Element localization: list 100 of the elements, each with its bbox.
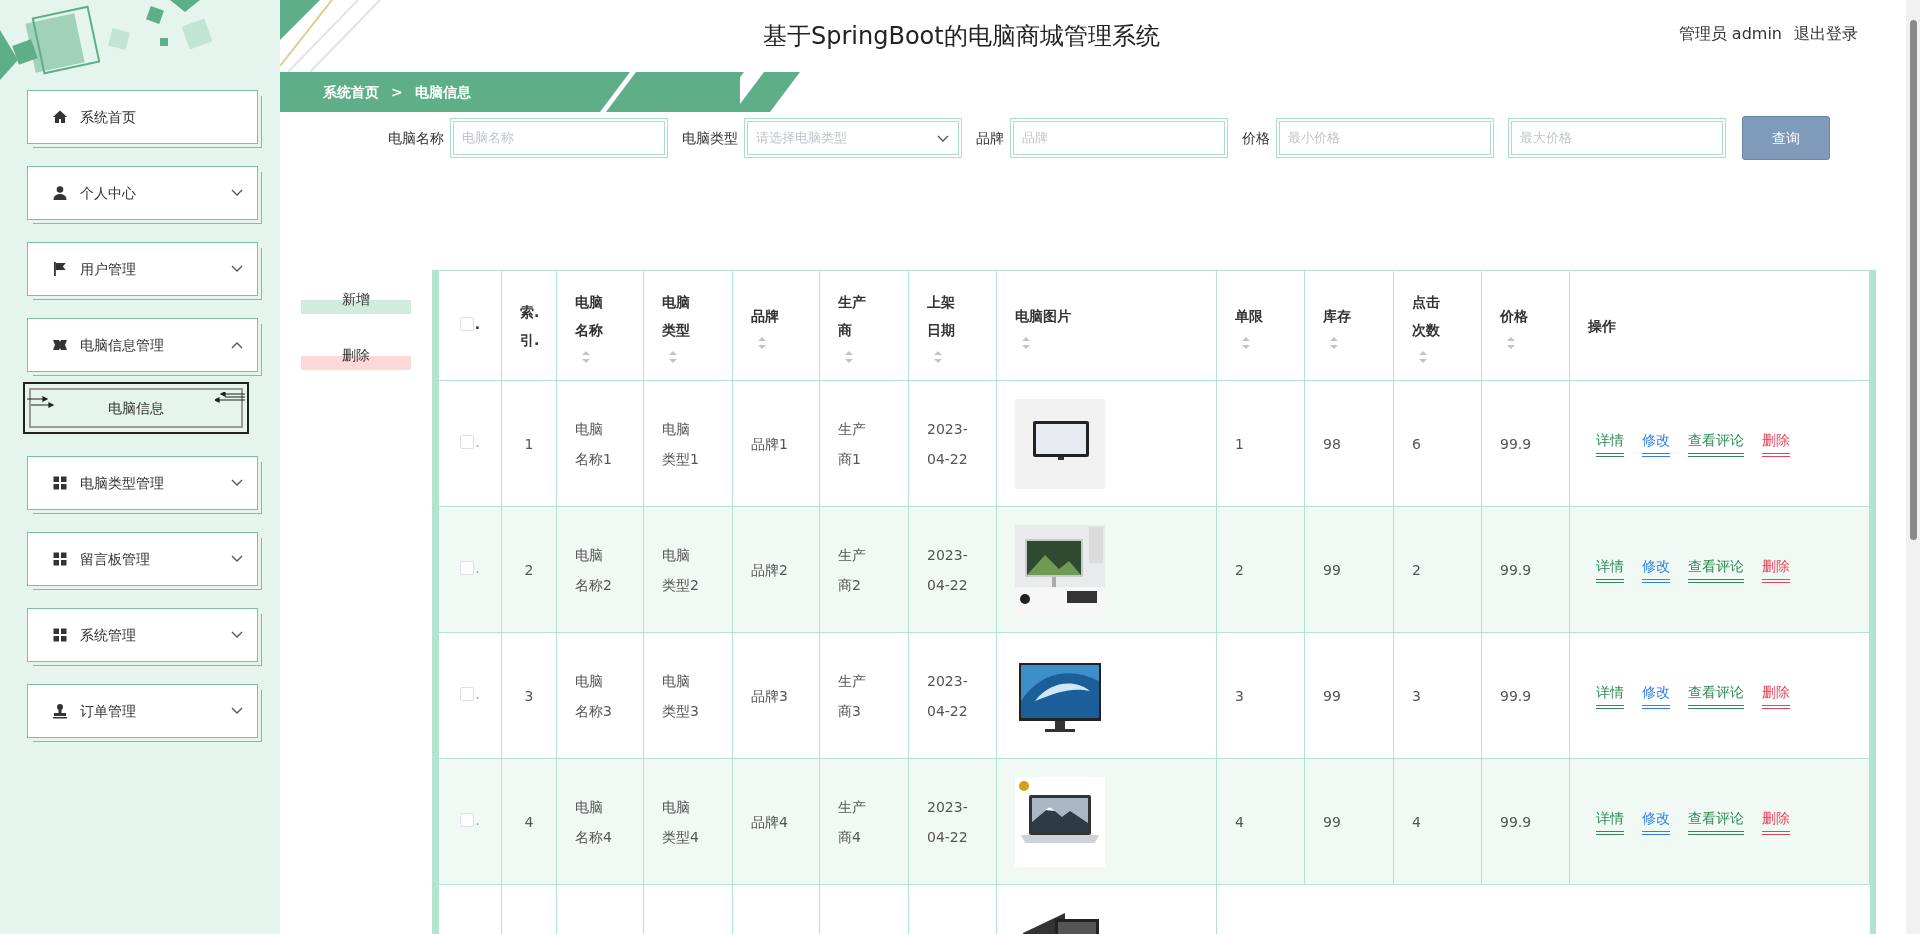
breadcrumb-item[interactable]: 系统首页 bbox=[323, 81, 379, 103]
table-cell: 98 bbox=[1323, 435, 1341, 452]
action-link[interactable]: 详情 bbox=[1596, 430, 1624, 457]
app-title: 基于SpringBoot的电脑商城管理系统 bbox=[763, 21, 1160, 52]
action-link[interactable]: 详情 bbox=[1596, 556, 1624, 583]
field-label: 电脑类型 bbox=[682, 128, 738, 148]
submenu-item[interactable]: 电脑信息 bbox=[23, 382, 249, 434]
sort-icon[interactable] bbox=[757, 335, 767, 350]
column-header: 库存 bbox=[1323, 306, 1351, 326]
table-cell: 2 bbox=[1412, 561, 1421, 578]
column-header: 上架日期 bbox=[927, 292, 956, 340]
checkbox-label: . bbox=[474, 314, 481, 334]
table-cell-text: 电脑名称1 bbox=[575, 419, 613, 469]
table-cell-text: 2023-04-22 bbox=[927, 419, 969, 469]
action-link[interactable]: 详情 bbox=[1596, 808, 1624, 835]
column-header: 电脑图片 bbox=[1015, 306, 1071, 326]
sort-icon[interactable] bbox=[1329, 335, 1339, 350]
table-cell: 3 bbox=[1235, 687, 1244, 704]
checkbox-label: . bbox=[475, 810, 480, 830]
table-cell: 99 bbox=[1323, 561, 1341, 578]
sort-icon[interactable] bbox=[581, 349, 591, 364]
table-cell: 6 bbox=[1412, 435, 1421, 452]
action-link[interactable]: 查看评论 bbox=[1688, 430, 1744, 457]
input-field[interactable]: 最大价格 bbox=[1511, 121, 1723, 155]
table-cell: 99.9 bbox=[1500, 435, 1532, 452]
field-label: 电脑名称 bbox=[388, 128, 444, 148]
table-cell: 1 bbox=[524, 435, 534, 452]
column-header: 索.引. bbox=[520, 302, 541, 350]
checkbox[interactable] bbox=[459, 317, 474, 332]
action-link[interactable]: 删除 bbox=[1762, 682, 1790, 709]
input-field[interactable]: 品牌 bbox=[1013, 121, 1225, 155]
logout-link[interactable]: 退出登录 bbox=[1794, 22, 1858, 46]
action-link[interactable]: 修改 bbox=[1642, 430, 1670, 457]
grid-icon bbox=[52, 551, 68, 567]
table-cell-text: 生产商4 bbox=[838, 797, 867, 847]
table-cell-text: 生产商1 bbox=[838, 419, 867, 469]
sort-icon[interactable] bbox=[1506, 335, 1516, 350]
user-icon bbox=[52, 185, 68, 201]
home-icon bbox=[52, 109, 68, 125]
table-cell-text: 2023-04-22 bbox=[927, 671, 969, 721]
action-link[interactable]: 修改 bbox=[1642, 556, 1670, 583]
action-link[interactable]: 删除 bbox=[1762, 556, 1790, 583]
table-cell-text: 电脑名称4 bbox=[575, 797, 613, 847]
table-cell-text: 2023-04-22 bbox=[927, 545, 969, 595]
scrollbar-thumb[interactable] bbox=[1909, 20, 1917, 540]
action-link[interactable]: 删除 bbox=[1762, 430, 1790, 457]
input-field[interactable]: 电脑名称 bbox=[453, 121, 665, 155]
table-cell-text: 电脑类型2 bbox=[662, 545, 700, 595]
checkbox[interactable] bbox=[460, 687, 475, 702]
table-cell: 99 bbox=[1323, 687, 1341, 704]
grid-icon bbox=[52, 475, 68, 491]
action-link[interactable]: 查看评论 bbox=[1688, 808, 1744, 835]
table-cell: 4 bbox=[524, 813, 534, 830]
table-cell-text: 电脑名称3 bbox=[575, 671, 613, 721]
sort-icon[interactable] bbox=[1241, 335, 1251, 350]
action-link[interactable]: 修改 bbox=[1642, 808, 1670, 835]
sort-icon[interactable] bbox=[1418, 349, 1428, 364]
action-link[interactable]: 查看评论 bbox=[1688, 556, 1744, 583]
scrollbar[interactable] bbox=[1906, 0, 1920, 934]
action-link[interactable]: 删除 bbox=[1762, 808, 1790, 835]
column-header: 电脑名称 bbox=[575, 292, 604, 340]
table-cell-text: 品牌4 bbox=[751, 812, 789, 832]
breadcrumb-separator: > bbox=[391, 82, 403, 102]
sort-icon[interactable] bbox=[668, 349, 678, 364]
table-cell-text: 电脑类型4 bbox=[662, 797, 700, 847]
field-label: 价格 bbox=[1242, 128, 1270, 148]
table-cell: 3 bbox=[524, 687, 534, 704]
table-cell-text: 电脑名称2 bbox=[575, 545, 613, 595]
action-link[interactable]: 详情 bbox=[1596, 682, 1624, 709]
column-header: 品牌 bbox=[751, 306, 779, 326]
ticket-icon bbox=[52, 337, 68, 353]
checkbox[interactable] bbox=[460, 435, 475, 450]
table-cell: 99.9 bbox=[1500, 813, 1532, 830]
table-cell-text: 电脑类型1 bbox=[662, 419, 700, 469]
field-label: 品牌 bbox=[976, 128, 1004, 148]
checkbox[interactable] bbox=[460, 561, 475, 576]
column-header: 价格 bbox=[1500, 306, 1528, 326]
table-cell: 99.9 bbox=[1500, 687, 1532, 704]
checkbox[interactable] bbox=[460, 813, 475, 828]
table-cell-text: 2023-04-22 bbox=[927, 797, 969, 847]
checkbox-label: . bbox=[475, 684, 480, 704]
column-header: 操作 bbox=[1588, 316, 1616, 336]
column-header: 点击次数 bbox=[1412, 292, 1441, 340]
input-field[interactable]: 最小价格 bbox=[1279, 121, 1491, 155]
table-cell: 99.9 bbox=[1500, 561, 1532, 578]
column-header: 电脑类型 bbox=[662, 292, 691, 340]
stamp-icon bbox=[52, 703, 68, 719]
table-cell: 1 bbox=[1235, 435, 1244, 452]
select-field[interactable]: 请选择电脑类型 bbox=[747, 121, 959, 155]
table-cell-text: 品牌2 bbox=[751, 560, 789, 580]
action-link[interactable]: 修改 bbox=[1642, 682, 1670, 709]
search-button[interactable]: 查询 bbox=[1742, 116, 1830, 160]
sort-icon[interactable] bbox=[844, 349, 854, 364]
action-link[interactable]: 查看评论 bbox=[1688, 682, 1744, 709]
column-header: 单限 bbox=[1235, 306, 1263, 326]
arrow-icon bbox=[215, 392, 245, 406]
sort-icon[interactable] bbox=[1021, 335, 1031, 350]
breadcrumb-item[interactable]: 电脑信息 bbox=[414, 81, 471, 103]
chevron-down-icon bbox=[937, 135, 949, 143]
sort-icon[interactable] bbox=[933, 349, 943, 364]
